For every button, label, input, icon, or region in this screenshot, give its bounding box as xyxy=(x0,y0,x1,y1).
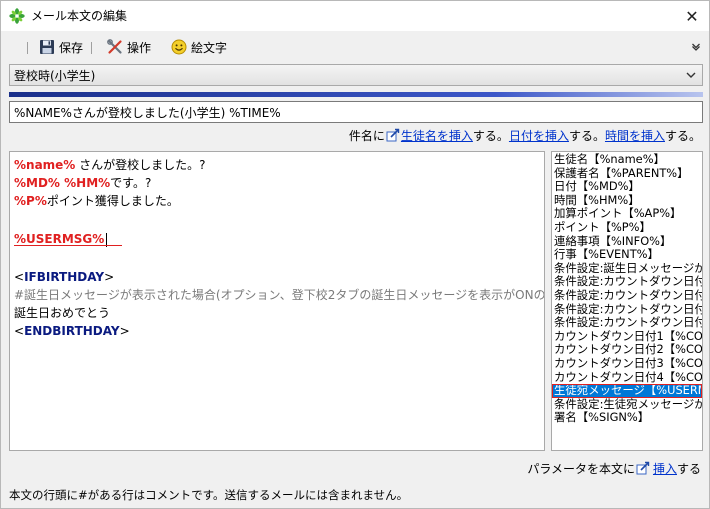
var-usermsg: %USERMSG% xyxy=(14,232,105,246)
toolbar-separator xyxy=(91,42,92,54)
parameter-item[interactable]: ポイント【%P%】 xyxy=(552,221,702,235)
parameter-item[interactable]: 条件設定:カウントダウン日付4 xyxy=(552,316,702,330)
subject-hint-sep2: する。 xyxy=(568,128,605,143)
parameter-item[interactable]: カウントダウン日付2【%COUNT xyxy=(552,343,702,357)
tag-endbirthday: ENDBIRTHDAY xyxy=(24,324,120,338)
editor-text: ポイント獲得しました。 xyxy=(46,194,179,208)
insert-time-link[interactable]: 時間を挿入 xyxy=(605,127,665,144)
editor-text: です。? xyxy=(110,176,152,190)
comment-note: 本文の行頭に#がある行はコメントです。送信するメールには含まれません。 xyxy=(9,488,409,502)
close-icon: ✕ xyxy=(685,6,699,26)
mail-body-edit-window: メール本文の編集 ✕ 保存 操作 絵文字 登校時(小学生) %NAME%さんが登… xyxy=(0,0,710,509)
insert-icon xyxy=(386,128,400,142)
emoji-button[interactable]: 絵文字 xyxy=(171,37,227,57)
floppy-disk-icon xyxy=(40,40,54,54)
emoji-label: 絵文字 xyxy=(191,40,228,55)
editor-line-empty xyxy=(14,250,540,268)
var-point: %P% xyxy=(14,194,47,208)
subject-hint-sep1: する。 xyxy=(472,128,509,143)
toolbar-overflow-icon[interactable] xyxy=(691,41,701,51)
parameter-item[interactable]: カウントダウン日付3【%COUNT xyxy=(552,357,702,371)
tag-ifbirthday: IFBIRTHDAY xyxy=(24,270,105,284)
param-hint-prefix: パラメータを本文に xyxy=(527,461,635,476)
parameter-item[interactable]: 連絡事項【%INFO%】 xyxy=(552,235,702,249)
editor-comment-line: #誕生日メッセージが表示された場合(オプション、登下校2タブの誕生日メッセージを… xyxy=(14,286,544,304)
editor-line: 誕生日おめでとう xyxy=(14,304,540,322)
parameter-item[interactable]: 条件設定:カウントダウン日付2 xyxy=(552,289,702,303)
smiley-icon xyxy=(171,39,187,55)
subject-input[interactable]: %NAME%さんが登校しました(小学生) %TIME% xyxy=(9,101,703,123)
chevron-down-icon xyxy=(686,72,696,78)
editor-line: %P%ポイント獲得しました。 xyxy=(14,192,540,210)
tag-open-bracket: < xyxy=(14,324,25,338)
parameter-item[interactable]: 加算ポイント【%AP%】 xyxy=(552,207,702,221)
tag-close-bracket: > xyxy=(119,324,130,338)
template-select[interactable]: 登校時(小学生) xyxy=(9,64,703,86)
close-button[interactable]: ✕ xyxy=(675,1,709,31)
window-title: メール本文の編集 xyxy=(31,9,128,23)
toolbar-grip xyxy=(27,42,28,54)
insert-icon xyxy=(636,461,650,475)
operation-label: 操作 xyxy=(127,40,152,55)
save-label: 保存 xyxy=(59,40,84,55)
comment-text: #誕生日メッセージが表示された場合(オプション、登下校2タブの誕生日メッセージを… xyxy=(14,288,545,302)
subject-insert-hint: 件名に 生徒名を挿入 する。 日付を挿入 する。 時間を挿入 する。 xyxy=(349,127,701,143)
var-md-hm: %MD% %HM% xyxy=(14,176,111,190)
parameter-item[interactable]: カウントダウン日付4【%COUNT xyxy=(552,371,702,385)
param-hint-suffix: する xyxy=(676,461,701,476)
tag-close-bracket: > xyxy=(104,270,115,284)
template-select-value: 登校時(小学生) xyxy=(14,68,96,83)
parameter-item[interactable]: 生徒名【%name%】 xyxy=(552,153,702,167)
parameter-item[interactable]: 署名【%SIGN%】 xyxy=(552,411,702,425)
editor-line-empty xyxy=(14,210,540,228)
parameter-item[interactable]: 時間【%HM%】 xyxy=(552,194,702,208)
subject-hint-sep3: する。 xyxy=(664,128,701,143)
operation-button[interactable]: 操作 xyxy=(107,37,151,57)
parameter-item[interactable]: 生徒宛メッセージ【%USERMSG xyxy=(552,384,702,398)
tools-icon xyxy=(107,39,122,54)
var-name: %name% xyxy=(14,158,76,172)
editor-text: さんが登校しました。? xyxy=(75,158,206,172)
parameter-item[interactable]: 行事【%EVENT%】 xyxy=(552,248,702,262)
parameter-item[interactable]: 日付【%MD%】 xyxy=(552,180,702,194)
parameter-item[interactable]: カウントダウン日付1【%COUNT xyxy=(552,330,702,344)
toolbar: 保存 操作 絵文字 xyxy=(1,33,709,61)
parameter-item[interactable]: 条件設定:生徒宛メッセージが xyxy=(552,398,702,412)
parameter-item[interactable]: 条件設定:カウントダウン日付1 xyxy=(552,275,702,289)
save-button[interactable]: 保存 xyxy=(39,37,83,57)
title-bar: メール本文の編集 ✕ xyxy=(1,1,709,31)
parameter-item[interactable]: 条件設定:カウントダウン日付3 xyxy=(552,303,702,317)
parameter-list[interactable]: 生徒名【%name%】 保護者名【%PARENT%】 日付【%MD%】 時間【%HM%… xyxy=(551,151,703,451)
editor-line: %name% さんが登校しました。? xyxy=(14,156,540,174)
app-flower-icon xyxy=(9,8,25,24)
editor-line: <IFBIRTHDAY> xyxy=(14,268,540,286)
editor-line: <ENDBIRTHDAY> xyxy=(14,322,540,340)
editor-text: 誕生日おめでとう xyxy=(14,306,111,320)
insert-date-link[interactable]: 日付を挿入 xyxy=(509,127,569,144)
editor-line: %MD% %HM%です。? xyxy=(14,174,540,192)
divider-bar xyxy=(9,92,703,97)
tag-open-bracket: < xyxy=(14,270,25,284)
subject-value: %NAME%さんが登校しました(小学生) %TIME% xyxy=(14,105,281,120)
body-editor[interactable]: %name% さんが登校しました。? %MD% %HM%です。? %P%ポイント… xyxy=(9,151,545,451)
insert-parameter-link[interactable]: 挿入 xyxy=(653,460,677,477)
parameter-insert-hint: パラメータを本文に 挿入 する xyxy=(527,460,701,476)
insert-student-name-link[interactable]: 生徒名を挿入 xyxy=(401,127,473,144)
subject-hint-prefix: 件名に xyxy=(348,128,385,143)
parameter-item[interactable]: 保護者名【%PARENT%】 xyxy=(552,167,702,181)
usermsg-underline xyxy=(14,245,122,246)
editor-line: %USERMSG% xyxy=(14,228,540,250)
parameter-item[interactable]: 条件設定:誕生日メッセージが% xyxy=(552,262,702,276)
